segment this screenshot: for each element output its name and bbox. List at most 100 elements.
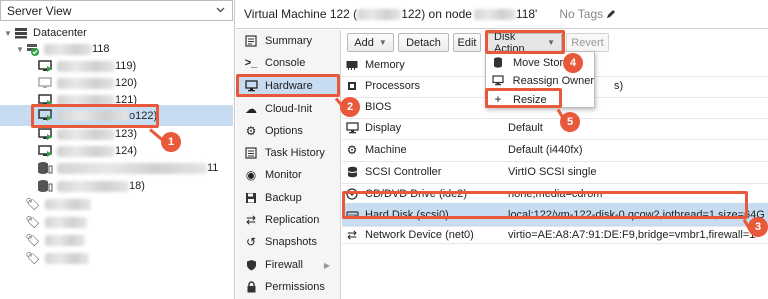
hardware-row-value: virtio=AE:A8:A7:91:DE:F9,bridge=vmbr1,fi…	[508, 229, 756, 241]
redacted-text	[57, 180, 129, 192]
revert-button[interactable]: Revert	[566, 33, 609, 52]
cdrom-icon	[345, 188, 359, 200]
chevron-down-icon: ▼	[547, 38, 555, 47]
menu-item-label: Resize	[513, 93, 547, 106]
edit-button-label: Edit	[457, 36, 477, 49]
tree-item-label: o122)	[129, 109, 158, 122]
menu-item-label: Reassign Owner	[512, 74, 594, 87]
annotation-badge-5: 5	[560, 112, 580, 132]
vm-running-icon	[38, 59, 52, 72]
hardware-row-value: VirtIO SCSI single	[508, 166, 597, 178]
page-header: Virtual Machine 122 ( 122) on node 118' …	[236, 0, 768, 29]
detach-button-label: Detach	[406, 36, 441, 49]
hardware-row-machine[interactable]: ⚙ Machine Default (i440fx)	[342, 139, 768, 162]
vm-running-icon	[38, 127, 52, 140]
detach-button[interactable]: Detach	[398, 33, 449, 52]
nav-item-replication[interactable]: ⇄ Replication	[236, 209, 340, 231]
nav-item-label: Summary	[265, 35, 313, 47]
nav-item-label: Monitor	[265, 169, 302, 181]
tree-item-label: 11	[207, 162, 219, 174]
cpu-icon	[345, 80, 359, 92]
menu-item-label: Move Stora	[513, 56, 570, 69]
cloud-icon: ☁	[245, 102, 257, 116]
tag-icon: 🏷	[25, 215, 41, 229]
retweet-icon: ⇄	[245, 213, 257, 227]
redacted-text	[44, 43, 92, 55]
nav-item-cloud-init[interactable]: ☁ Cloud-Init	[236, 98, 340, 120]
shield-icon	[244, 258, 258, 272]
submenu-arrow-icon: ▶	[323, 260, 330, 270]
desktop-icon	[345, 122, 359, 134]
redacted-text	[57, 145, 115, 157]
collapse-arrow-icon[interactable]: ▼	[4, 29, 14, 38]
edit-button[interactable]: Edit	[453, 33, 481, 52]
redacted-text	[473, 8, 516, 20]
nav-item-monitor[interactable]: ◉ Monitor	[236, 164, 340, 186]
redacted-text	[57, 128, 115, 140]
nav-item-label: Replication	[265, 214, 320, 226]
nav-item-label: Task History	[265, 147, 325, 159]
menu-item-resize[interactable]: + Resize	[486, 90, 594, 109]
nav-item-task-history[interactable]: Task History	[236, 142, 340, 164]
hardware-row-network[interactable]: ⇄ Network Device (net0) virtio=AE:A8:A7:…	[342, 227, 768, 244]
gear-icon: ⚙	[245, 124, 257, 138]
tag-icon: 🏷	[25, 197, 41, 211]
redacted-text	[57, 77, 115, 89]
nav-item-console[interactable]: >_ Console	[236, 52, 340, 74]
tree-item-label: 119)	[115, 60, 137, 72]
terminal-icon: >_	[244, 57, 258, 69]
tree-item-tag[interactable]: 🏷	[0, 247, 233, 269]
nav-item-label: Hardware	[265, 80, 313, 92]
redacted-text	[57, 60, 115, 72]
vm-nav-panel: Summary >_ Console Hardware ☁ Cloud-Init…	[236, 30, 341, 299]
redacted-text	[357, 8, 402, 20]
nav-item-label: Firewall	[265, 259, 303, 271]
redacted-text	[57, 162, 207, 174]
hardware-row-value: Default (i440fx)	[508, 144, 583, 156]
summary-icon	[244, 34, 258, 48]
hardware-row-scsi-controller[interactable]: SCSI Controller VirtIO SCSI single	[342, 161, 768, 184]
tag-icon: 🏷	[25, 251, 41, 265]
annotation-badge-2: 2	[340, 97, 360, 117]
nav-item-label: Permissions	[265, 281, 325, 293]
annotation-badge-1: 1	[161, 132, 181, 152]
nav-item-label: Cloud-Init	[265, 103, 313, 115]
container-icon	[38, 162, 53, 174]
nav-item-summary[interactable]: Summary	[236, 30, 340, 52]
list-icon	[244, 146, 258, 160]
hardware-row-hard-disk[interactable]: Hard Disk (scsi0) local:122/vm-122-disk-…	[342, 203, 768, 227]
add-button[interactable]: Add ▼	[347, 33, 394, 52]
vm-title-end: 118'	[515, 7, 538, 21]
pencil-icon[interactable]	[606, 9, 616, 19]
hardware-row-value: Default	[508, 122, 543, 134]
chevron-down-icon: ▼	[378, 38, 387, 47]
tree-item-label: 18)	[129, 180, 145, 192]
floppy-icon	[244, 191, 258, 205]
nav-item-backup[interactable]: Backup	[236, 187, 340, 209]
tree-item-label: 123)	[115, 128, 138, 140]
nav-item-hardware[interactable]: Hardware	[236, 75, 340, 97]
tag-icon: 🏷	[25, 233, 41, 247]
tags-label: No Tags	[559, 7, 604, 21]
nav-item-firewall[interactable]: Firewall ▶	[236, 254, 340, 276]
container-icon	[38, 180, 53, 192]
disk-action-button[interactable]: Disk Action ▼	[487, 31, 562, 55]
server-view-select[interactable]: Server View	[0, 0, 233, 21]
tree-item-label: 124)	[115, 145, 138, 157]
nav-item-snapshots[interactable]: ↺ Snapshots	[236, 231, 340, 253]
redacted-text	[45, 234, 86, 246]
memory-icon	[345, 60, 359, 70]
lock-icon	[244, 280, 258, 294]
server-view-label: Server View	[7, 3, 72, 18]
redacted-text	[57, 94, 115, 106]
hardware-row-value: local:122/vm-122-disk-0.qcow2,iothread=1…	[508, 208, 765, 221]
menu-item-reassign-owner[interactable]: Reassign Owner	[486, 71, 594, 90]
annotation-badge-4: 4	[563, 53, 583, 73]
hardware-row-display[interactable]: Display Default	[342, 117, 768, 140]
collapse-arrow-icon[interactable]: ▼	[16, 45, 26, 54]
vm-running-icon	[38, 109, 52, 121]
annotation-badge-3: 3	[748, 217, 768, 237]
nav-item-options[interactable]: ⚙ Options	[236, 120, 340, 142]
redacted-text	[57, 110, 129, 121]
nav-item-permissions[interactable]: Permissions	[236, 276, 340, 298]
